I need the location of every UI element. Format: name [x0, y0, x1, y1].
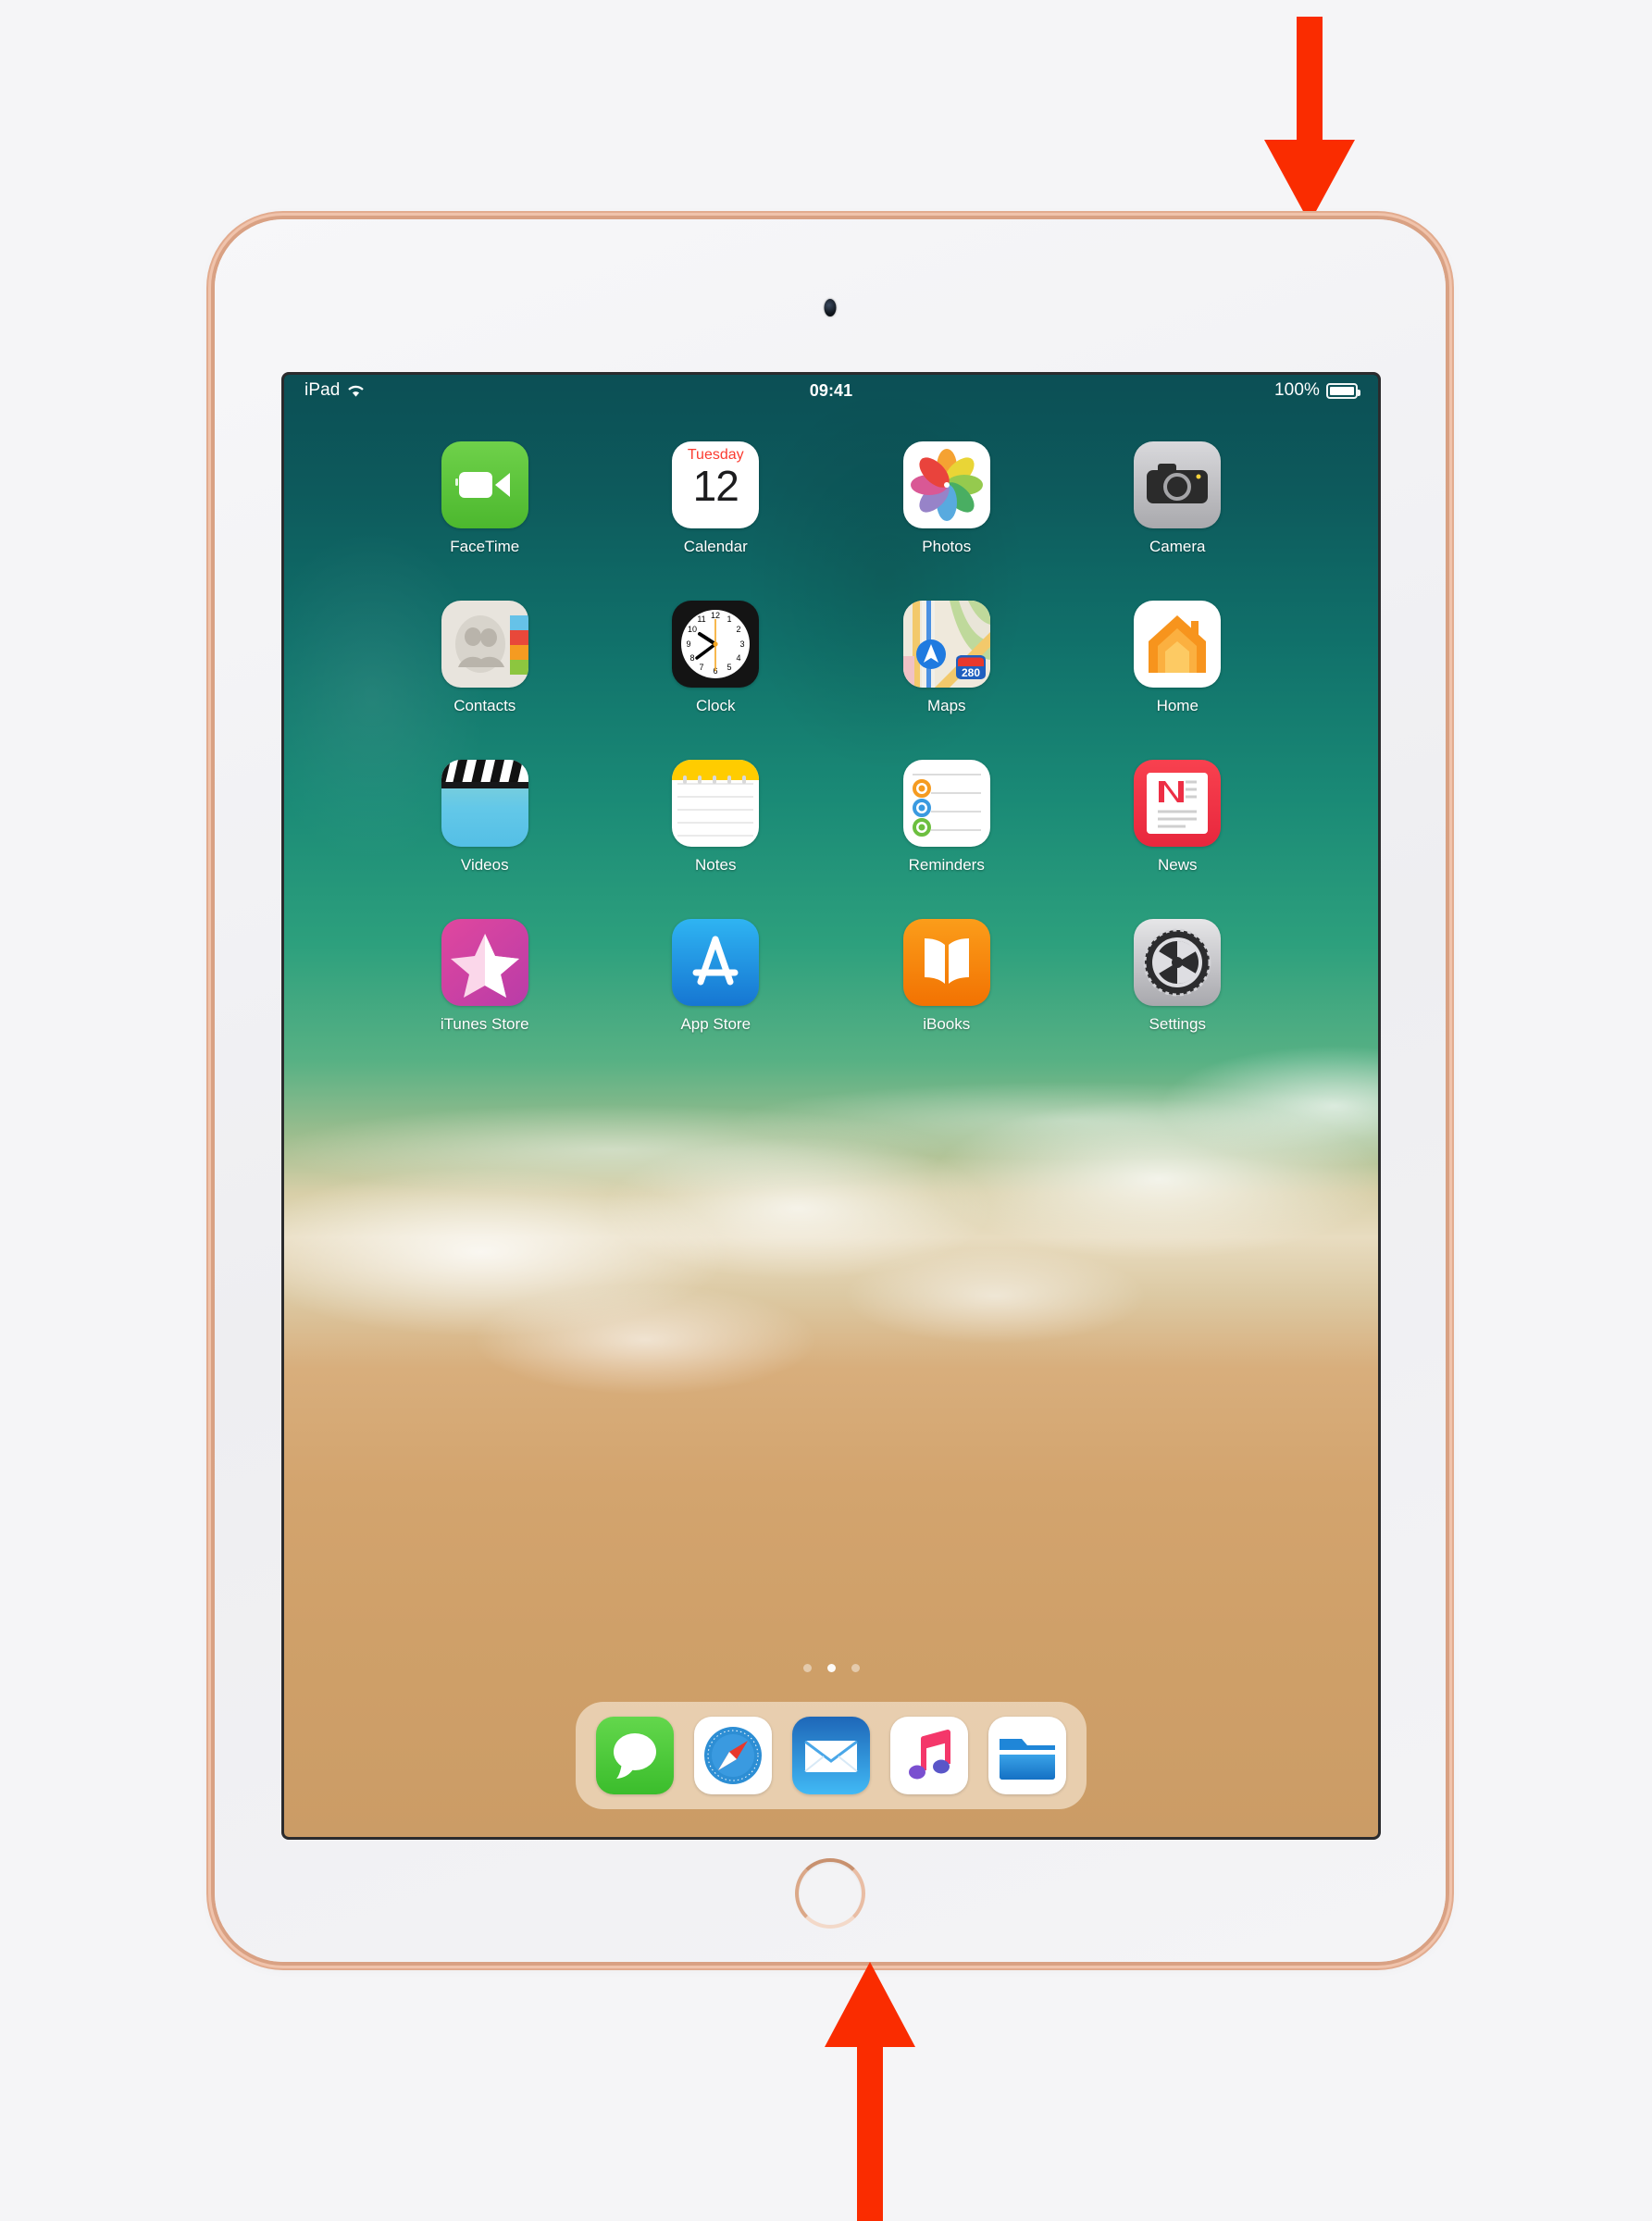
- ipad-device: iPad 09:41 100% FaceTime Tuesday 12 Cale…: [215, 219, 1446, 1962]
- svg-text:5: 5: [727, 663, 732, 672]
- clock-icon[interactable]: 121 23 45 67 89 1011: [672, 601, 760, 688]
- facetime-icon[interactable]: [441, 441, 528, 528]
- carrier-label: iPad: [304, 380, 341, 400]
- calendar-weekday: Tuesday: [687, 447, 744, 463]
- ibooks-icon[interactable]: [902, 919, 990, 1006]
- svg-text:2: 2: [737, 625, 741, 634]
- camera-icon[interactable]: [1134, 441, 1222, 528]
- app-notes[interactable]: Notes: [601, 760, 832, 875]
- app-maps[interactable]: 280 Maps: [831, 601, 1062, 715]
- annotation-arrow-down-icon: [1231, 17, 1388, 223]
- app-label: Calendar: [683, 538, 748, 555]
- news-icon[interactable]: [1134, 760, 1222, 847]
- battery-full-icon: [1326, 382, 1360, 399]
- battery-fill: [1330, 386, 1354, 395]
- mail-icon[interactable]: [792, 1717, 870, 1794]
- app-label: Camera: [1149, 538, 1206, 555]
- app-label: iTunes Store: [440, 1015, 529, 1033]
- app-camera[interactable]: Camera: [1062, 441, 1294, 556]
- app-clock[interactable]: 121 23 45 67 89 1011: [601, 601, 832, 715]
- app-label: App Store: [680, 1015, 751, 1033]
- arrow-shaft: [1297, 17, 1323, 146]
- home-button[interactable]: [795, 1858, 865, 1929]
- reminders-icon[interactable]: [902, 760, 990, 847]
- svg-text:10: 10: [688, 625, 697, 634]
- arrow-shaft: [857, 2045, 883, 2221]
- svg-text:7: 7: [700, 663, 704, 672]
- app-calendar[interactable]: Tuesday 12 Calendar: [601, 441, 832, 556]
- app-label: Notes: [695, 856, 737, 874]
- annotation-arrow-up-icon: [791, 1962, 949, 2221]
- app-contacts[interactable]: Contacts: [369, 601, 601, 715]
- app-grid: FaceTime Tuesday 12 Calendar Photos Came…: [284, 441, 1378, 1034]
- page-dot[interactable]: [802, 1664, 812, 1672]
- app-label: Maps: [926, 697, 966, 714]
- files-icon[interactable]: [988, 1717, 1066, 1794]
- status-bar-left: iPad: [304, 380, 366, 401]
- safari-icon[interactable]: [694, 1717, 772, 1794]
- page-indicator[interactable]: [284, 1664, 1378, 1672]
- ipad-front-panel: iPad 09:41 100% FaceTime Tuesday 12 Cale…: [215, 219, 1446, 1962]
- app-store-icon[interactable]: [672, 919, 760, 1006]
- app-label: Photos: [922, 538, 972, 555]
- status-bar-clock: 09:41: [809, 380, 853, 400]
- app-label: Reminders: [908, 856, 985, 874]
- music-icon[interactable]: [890, 1717, 968, 1794]
- svg-text:9: 9: [687, 639, 691, 649]
- app-itunes-store[interactable]: iTunes Store: [369, 919, 601, 1034]
- ipad-screen[interactable]: iPad 09:41 100% FaceTime Tuesday 12 Cale…: [284, 375, 1378, 1837]
- app-photos[interactable]: Photos: [831, 441, 1062, 556]
- screenshot-canvas: iPad 09:41 100% FaceTime Tuesday 12 Cale…: [0, 0, 1652, 2221]
- notes-icon[interactable]: [672, 760, 760, 847]
- calendar-icon[interactable]: Tuesday 12: [672, 441, 760, 528]
- svg-text:280: 280: [962, 666, 980, 679]
- app-app-store[interactable]: App Store: [601, 919, 832, 1034]
- contacts-icon[interactable]: [441, 601, 528, 688]
- page-dot[interactable]: [851, 1664, 860, 1672]
- status-bar: iPad 09:41 100%: [284, 375, 1378, 406]
- app-news[interactable]: News: [1062, 760, 1294, 875]
- app-label: FaceTime: [450, 538, 520, 555]
- arrow-head: [1264, 140, 1355, 223]
- page-dot-active[interactable]: [826, 1664, 836, 1672]
- battery-percent-label: 100%: [1274, 380, 1320, 400]
- svg-text:3: 3: [740, 639, 745, 649]
- settings-icon[interactable]: [1134, 919, 1222, 1006]
- svg-text:12: 12: [711, 611, 720, 620]
- videos-icon[interactable]: [441, 760, 528, 847]
- svg-text:4: 4: [737, 653, 741, 663]
- svg-text:8: 8: [690, 653, 695, 663]
- app-label: Home: [1156, 697, 1199, 714]
- app-label: Videos: [460, 856, 509, 874]
- app-label: Settings: [1149, 1015, 1206, 1033]
- wifi-icon: [346, 383, 366, 398]
- app-videos[interactable]: Videos: [369, 760, 601, 875]
- status-bar-right: 100%: [1274, 380, 1360, 401]
- app-label: Clock: [695, 697, 736, 714]
- home-app-icon[interactable]: [1134, 601, 1222, 688]
- app-label: iBooks: [923, 1015, 971, 1033]
- app-label: Contacts: [453, 697, 516, 714]
- itunes-store-icon[interactable]: [441, 919, 528, 1006]
- messages-icon[interactable]: [596, 1717, 674, 1794]
- app-reminders[interactable]: Reminders: [831, 760, 1062, 875]
- app-home[interactable]: Home: [1062, 601, 1294, 715]
- arrow-head: [825, 1962, 915, 2047]
- app-ibooks[interactable]: iBooks: [831, 919, 1062, 1034]
- app-settings[interactable]: Settings: [1062, 919, 1294, 1034]
- svg-text:1: 1: [727, 614, 732, 624]
- app-facetime[interactable]: FaceTime: [369, 441, 601, 556]
- calendar-date: 12: [692, 462, 739, 510]
- svg-text:11: 11: [698, 614, 706, 624]
- maps-icon[interactable]: 280: [902, 601, 990, 688]
- photos-icon[interactable]: [902, 441, 990, 528]
- front-camera-icon: [824, 299, 837, 316]
- app-label: News: [1157, 856, 1198, 874]
- dock: [576, 1702, 1087, 1809]
